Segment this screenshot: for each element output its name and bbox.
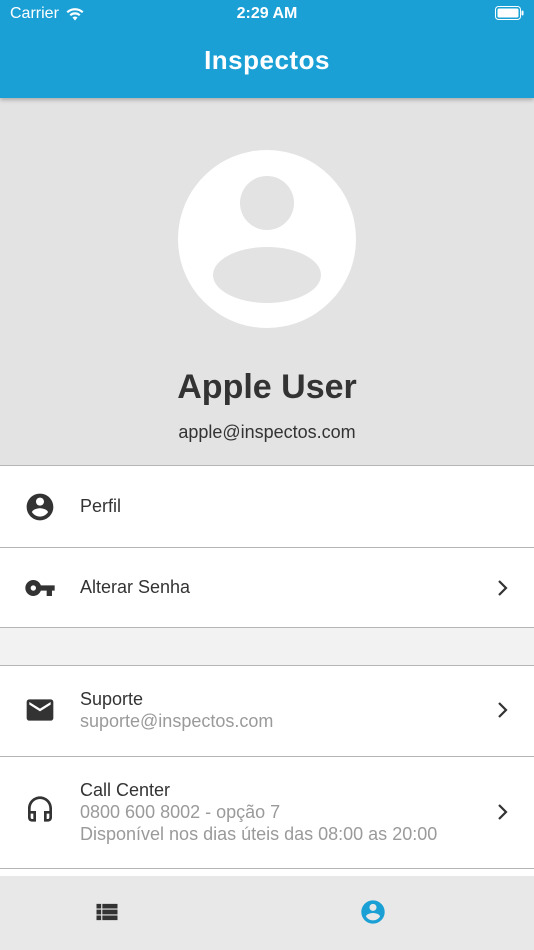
call-center-label: Call Center <box>80 780 171 800</box>
alterar-senha-label: Alterar Senha <box>80 577 191 597</box>
list-icon <box>96 903 118 921</box>
user-email: apple@inspectos.com <box>178 422 356 442</box>
mail-icon <box>26 699 54 721</box>
avatar-icon <box>178 150 356 328</box>
tab-profile[interactable] <box>267 876 534 950</box>
account-circle-icon <box>26 493 54 521</box>
headset-icon <box>28 796 52 822</box>
app-header: Carrier 2:29 AM Inspectos <box>0 0 534 98</box>
page-title: Inspectos <box>204 45 330 75</box>
call-center-hours: Disponível nos dias úteis das 08:00 as 2… <box>80 824 438 844</box>
call-center-phone: 0800 600 8002 - opção 7 <box>80 802 281 822</box>
chevron-right-icon <box>498 702 508 718</box>
user-name: Apple User <box>177 368 357 406</box>
profile-header: Apple User apple@inspectos.com <box>0 98 534 466</box>
menu-item-alterar-senha[interactable]: Alterar Senha <box>0 548 534 628</box>
status-time: 2:29 AM <box>236 5 298 22</box>
section-spacer <box>0 628 534 666</box>
suporte-email: suporte@inspectos.com <box>80 711 274 731</box>
menu-item-call-center[interactable]: Call Center 0800 600 8002 - opção 7 Disp… <box>0 757 534 869</box>
suporte-label: Suporte <box>80 689 144 709</box>
battery-icon <box>495 6 524 20</box>
menu-item-suporte[interactable]: Suporte suporte@inspectos.com <box>0 666 534 757</box>
chevron-right-icon <box>498 804 508 820</box>
key-icon <box>25 580 55 596</box>
tab-list[interactable] <box>0 876 267 950</box>
chevron-right-icon <box>498 580 508 596</box>
account-circle-icon <box>361 900 385 924</box>
bottom-tab-bar <box>0 876 534 950</box>
menu-item-perfil[interactable]: Perfil <box>0 467 534 548</box>
status-bar: Carrier 2:29 AM <box>0 0 534 28</box>
perfil-label: Perfil <box>80 496 122 516</box>
